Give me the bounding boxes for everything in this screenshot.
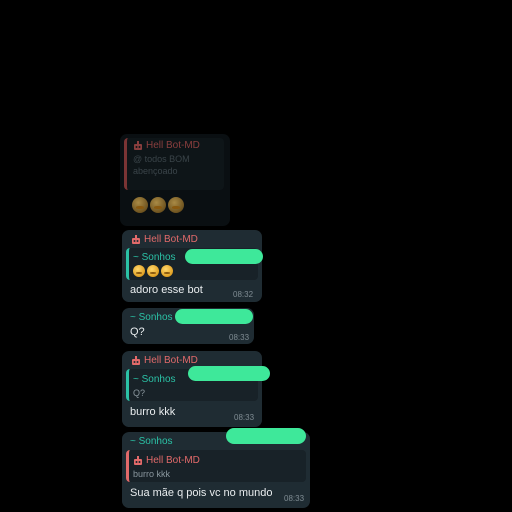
quote-sender: ~ Sonhos [133, 252, 176, 263]
quote-text: Q? [133, 388, 146, 398]
bot-icon [133, 455, 143, 466]
emoji-icon [168, 197, 184, 213]
redaction-bar [175, 309, 253, 324]
bot-icon [133, 140, 143, 151]
quote-text: burro kkk [133, 469, 171, 479]
sender-name: Hell Bot-MD [131, 234, 198, 245]
message-text: Sua mãe q pois vc no mundo [130, 487, 273, 499]
emoji-icon [150, 197, 166, 213]
timestamp: 08:32 [233, 290, 254, 299]
quote-text-line: @ todos BOM [133, 154, 190, 164]
message-text: adoro esse bot [130, 284, 203, 296]
emoji-icon [147, 265, 159, 277]
timestamp: 08:33 [284, 494, 305, 503]
redaction-bar [185, 249, 263, 264]
emoji-icon [133, 265, 145, 277]
emoji-icon [161, 265, 173, 277]
emoji-icon [132, 197, 148, 213]
timestamp: 08:33 [229, 333, 250, 342]
emoji-row [132, 197, 184, 213]
bot-icon [131, 355, 141, 366]
redaction-bar [188, 366, 270, 381]
bot-icon [131, 234, 141, 245]
redaction-bar [226, 428, 306, 444]
message-text: Q? [130, 326, 145, 338]
quote-sender: Hell Bot-MD [133, 455, 200, 466]
message-text: burro kkk [130, 406, 176, 418]
emoji-row [133, 265, 173, 277]
sender-name: ~ Sonhos [130, 436, 173, 447]
quote-text-line: abençoado [133, 166, 178, 176]
sender-name: Hell Bot-MD [131, 355, 198, 366]
chat-screen: Hell Bot-MD @ todos BOM abençoado Hell B… [0, 0, 512, 512]
sender-name: Hell Bot-MD [133, 140, 200, 151]
quote-sender: ~ Sonhos [133, 374, 176, 385]
timestamp: 08:33 [234, 413, 255, 422]
sender-name: ~ Sonhos [130, 312, 173, 323]
